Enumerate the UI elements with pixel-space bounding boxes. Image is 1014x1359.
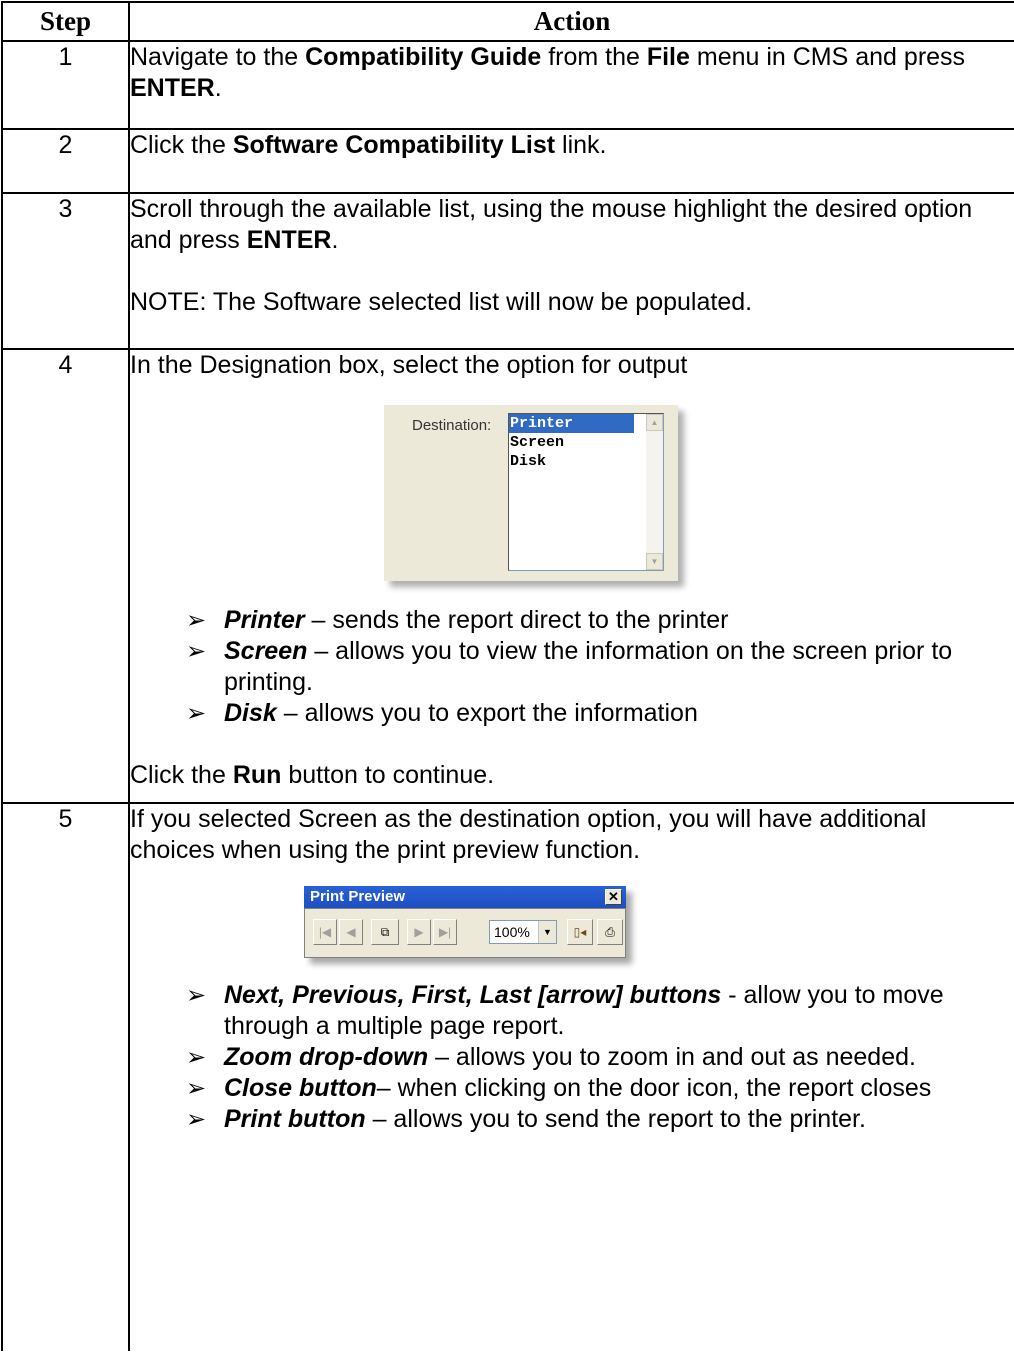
- step-number: 4: [1, 348, 130, 804]
- step-action: Navigate to the Compatibility Guide from…: [128, 40, 1014, 130]
- zoom-dropdown[interactable]: 100% ▼: [489, 920, 557, 944]
- step-number: 5: [1, 802, 130, 1351]
- step-row-4: 4 In the Designation box, select the opt…: [1, 348, 1014, 804]
- step-column-header: Step: [1, 1, 130, 42]
- scroll-down-icon[interactable]: ▼: [646, 553, 663, 570]
- step-2-text: Click the Software Compatibility List li…: [130, 131, 607, 159]
- step-number: 3: [1, 192, 130, 350]
- destination-options-list: ➢ Printer – sends the report direct to th…: [130, 605, 1014, 729]
- step-3-note: NOTE: The Software selected list will no…: [130, 288, 753, 316]
- previous-page-icon[interactable]: ◀: [339, 919, 363, 945]
- step-action: Click the Software Compatibility List li…: [128, 128, 1014, 194]
- step-1-text: Navigate to the Compatibility Guide from…: [130, 43, 966, 102]
- step-action: In the Designation box, select the optio…: [128, 348, 1014, 804]
- step-number: 1: [1, 40, 130, 130]
- arrow-bullet-icon: ➢: [186, 607, 207, 634]
- zoom-value: 100%: [494, 924, 530, 940]
- destination-option-disk[interactable]: Disk: [509, 452, 634, 471]
- multi-page-icon[interactable]: ⧉: [371, 919, 399, 945]
- chevron-down-icon[interactable]: ▼: [538, 921, 556, 943]
- arrow-bullet-icon: ➢: [186, 638, 207, 665]
- list-item: ➢ Zoom drop-down – allows you to zoom in …: [186, 1043, 916, 1071]
- destination-option-screen[interactable]: Screen: [509, 433, 634, 452]
- next-page-icon[interactable]: ▶: [407, 919, 431, 945]
- list-item: ➢ Print button – allows you to send the r…: [186, 1105, 866, 1133]
- destination-listbox[interactable]: Printer Screen Disk ▲ ▼: [508, 413, 664, 571]
- arrow-bullet-icon: ➢: [186, 982, 207, 1009]
- header-row: Step Action: [1, 1, 1014, 42]
- step-number: 2: [1, 128, 130, 194]
- step-row-1: 1 Navigate to the Compatibility Guide fr…: [1, 40, 1014, 130]
- destination-listbox-screenshot: Destination: Printer Screen Disk ▲ ▼: [384, 405, 678, 581]
- list-item: ➢ Disk – allows you to export the informa…: [186, 699, 698, 727]
- last-page-icon[interactable]: ▶|: [433, 919, 457, 945]
- arrow-bullet-icon: ➢: [186, 1075, 207, 1102]
- print-preview-titlebar: Print Preview ✕: [304, 886, 626, 908]
- step-4-outro: Click the Run button to continue.: [130, 761, 495, 789]
- print-preview-title: Print Preview: [310, 888, 406, 905]
- arrow-bullet-icon: ➢: [186, 1044, 207, 1071]
- list-item: ➢ Printer – sends the report direct to th…: [186, 606, 729, 634]
- first-page-icon[interactable]: |◀: [313, 919, 337, 945]
- arrow-bullet-icon: ➢: [186, 1106, 207, 1133]
- list-item: ➢ Screen – allows you to view the informa…: [186, 637, 953, 696]
- print-preview-toolbar-screenshot: Print Preview ✕ |◀ ◀ ⧉ ▶ ▶| 100% ▼ ▯◂ ⎙: [304, 886, 626, 958]
- listbox-scrollbar[interactable]: ▲ ▼: [646, 414, 663, 570]
- door-close-icon[interactable]: ▯◂: [567, 919, 593, 945]
- step-action: Scroll through the available list, using…: [128, 192, 1014, 350]
- step-row-2: 2 Click the Software Compatibility List …: [1, 128, 1014, 194]
- step-action: If you selected Screen as the destinatio…: [128, 802, 1014, 1351]
- destination-option-printer[interactable]: Printer: [509, 414, 634, 433]
- arrow-bullet-icon: ➢: [186, 700, 207, 727]
- destination-label: Destination:: [412, 417, 492, 434]
- action-column-header: Action: [128, 1, 1014, 42]
- list-item: ➢ Next, Previous, First, Last [arrow] but…: [186, 981, 944, 1040]
- step-row-5: 5 If you selected Screen as the destinat…: [1, 802, 1014, 1351]
- preview-options-list: ➢ Next, Previous, First, Last [arrow] but…: [130, 980, 1014, 1135]
- list-item: ➢ Close button– when clicking on the door…: [186, 1074, 932, 1102]
- step-5-intro: If you selected Screen as the destinatio…: [130, 805, 927, 864]
- step-row-3: 3 Scroll through the available list, usi…: [1, 192, 1014, 350]
- close-icon[interactable]: ✕: [605, 889, 622, 905]
- scroll-up-icon[interactable]: ▲: [646, 414, 663, 431]
- step-4-intro: In the Designation box, select the optio…: [130, 351, 688, 379]
- print-preview-toolbar: |◀ ◀ ⧉ ▶ ▶| 100% ▼ ▯◂ ⎙: [304, 908, 626, 958]
- steps-table: Step Action 1 Navigate to the Compatibil…: [1, 1, 1014, 1351]
- step-3-text: Scroll through the available list, using…: [130, 195, 973, 254]
- printer-icon[interactable]: ⎙: [597, 919, 623, 945]
